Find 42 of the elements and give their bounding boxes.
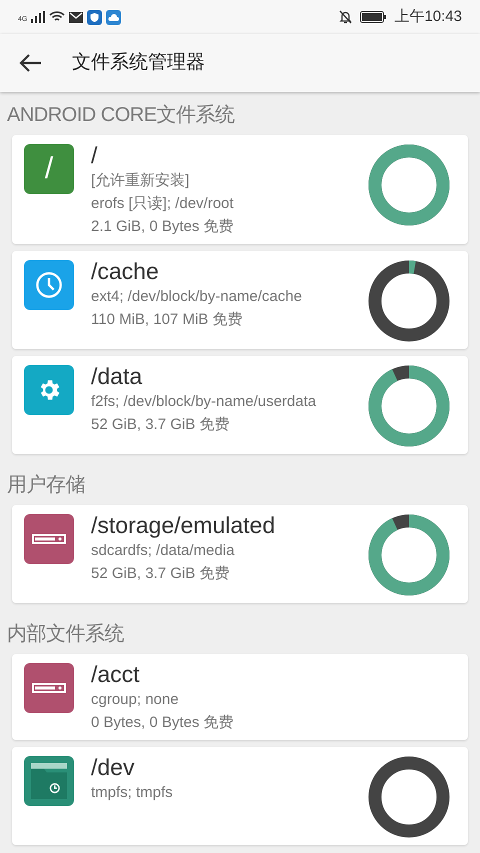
mount-path: /storage/emulated — [91, 511, 276, 539]
signal-icon — [31, 11, 46, 23]
back-arrow-icon — [18, 53, 42, 73]
mount-path: /data — [91, 362, 144, 390]
slash-glyph: / — [44, 151, 54, 187]
filesystem-card[interactable]: /data f2fs; /dev/block/by-name/userdata 52 GiB, 3.7 GiB 免费 — [12, 356, 468, 454]
drive-icon — [32, 683, 66, 693]
filesystem-detail: cgroup; none — [91, 690, 180, 710]
section-header: ANDROID CORE文件系统 — [7, 104, 235, 126]
filesystem-detail: ext4; /dev/block/by-name/cache — [91, 287, 303, 307]
filesystem-card[interactable]: /acct cgroup; none 0 Bytes, 0 Bytes 免费 — [12, 654, 468, 740]
filesystem-detail: 52 GiB, 3.7 GiB 免费 — [91, 564, 230, 584]
weather-app-icon — [106, 10, 122, 24]
filesystem-detail: 2.1 GiB, 0 Bytes 免费 — [91, 217, 235, 237]
filesystem-detail: 110 MiB, 107 MiB 免费 — [91, 310, 244, 330]
filesystem-card[interactable]: /dev tmpfs; tmpfs — [12, 747, 468, 845]
shield-app-icon — [87, 10, 102, 24]
filesystem-detail: [允许重新安装] — [91, 171, 190, 191]
filesystem-detail: erofs [只读]; /dev/root — [91, 194, 235, 214]
mail-icon — [69, 12, 84, 22]
mount-path: /acct — [91, 660, 141, 688]
filesystem-detail: 52 GiB, 3.7 GiB 免费 — [91, 415, 230, 435]
folder-clock-icon — [31, 763, 67, 799]
filesystem-detail: f2fs; /dev/block/by-name/userdata — [91, 392, 318, 412]
section-header: 内部文件系统 — [7, 623, 124, 645]
filesystem-detail: 0 Bytes, 0 Bytes 免费 — [91, 713, 235, 733]
battery-icon — [360, 11, 386, 23]
filesystem-card[interactable]: /cache ext4; /dev/block/by-name/cache 110 MiB, 107 MiB 免费 — [12, 251, 468, 349]
mount-path: /dev — [91, 753, 136, 781]
section-header: 用户存储 — [7, 474, 85, 496]
filesystem-card[interactable]: /storage/emulated sdcardfs; /data/media 52 GiB, 3.7 GiB 免费 — [12, 505, 468, 603]
wifi-icon — [49, 11, 66, 23]
mount-path: /cache — [91, 257, 160, 285]
filesystem-detail: sdcardfs; /data/media — [91, 541, 236, 561]
clock-icon — [35, 271, 63, 299]
toolbar-title: 文件系统管理器 — [72, 50, 205, 75]
clock-time: 上午10:43 — [394, 6, 462, 27]
bell-off-icon — [339, 10, 352, 24]
filesystem-card[interactable]: / / [允许重新安装] erofs [只读]; /dev/root 2.1 GiB, 0 Bytes 免费 — [12, 135, 468, 244]
mount-path: / — [91, 141, 98, 169]
drive-icon — [32, 534, 66, 544]
filesystem-detail: tmpfs; tmpfs — [91, 783, 174, 803]
